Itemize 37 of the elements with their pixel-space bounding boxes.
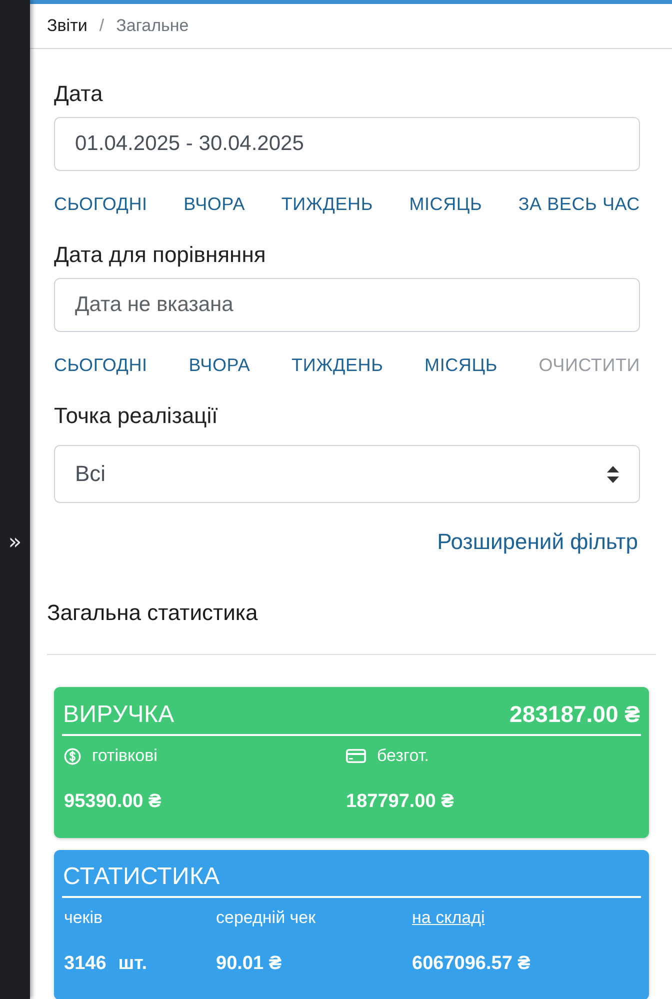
dollar-coin-icon — [64, 748, 81, 764]
credit-card-icon — [346, 749, 366, 763]
sidebar-toggle[interactable]: » — [6, 528, 24, 558]
card-total: 283187.00 ₴ — [510, 700, 640, 728]
stat-label: безгот. — [377, 746, 429, 766]
quick-range-link[interactable]: МІСЯЦЬ — [424, 354, 498, 376]
card-title: СТАТИСТИКА — [63, 863, 220, 891]
section-title: Загальна статистика — [47, 600, 259, 626]
date-range-field[interactable]: Дата не вказана — [54, 278, 640, 332]
quick-range-link[interactable]: СЬОГОДНІ — [54, 193, 148, 215]
stat-label: готівкові — [92, 746, 158, 766]
quick-range-link[interactable]: ВЧОРА — [188, 354, 250, 376]
stat-value: 90.01 ₴ — [216, 953, 282, 975]
card-title: ВИРУЧКА — [63, 701, 174, 729]
stat-value: 3146 — [64, 953, 106, 975]
breadcrumb-current: Загальне — [116, 16, 189, 36]
point-select[interactable]: Всі — [54, 445, 640, 503]
breadcrumb-separator: / — [99, 16, 104, 36]
field-label: Точка реалізації — [54, 403, 219, 429]
field-label: Дата — [54, 81, 104, 107]
stat-label: середній чек — [216, 908, 316, 928]
advanced-filter-link[interactable]: Розширений фільтр — [437, 529, 638, 555]
quick-range-link[interactable]: СЬОГОДНІ — [54, 354, 148, 376]
breadcrumb-link[interactable]: Звіти — [47, 16, 88, 36]
date-range-field[interactable]: 01.04.2025 - 30.04.2025 — [54, 117, 640, 171]
quick-range-link[interactable]: МІСЯЦЬ — [409, 193, 482, 215]
quick-range-link[interactable]: ВЧОРА — [184, 193, 246, 215]
stat-value: 6067096.57 ₴ — [412, 953, 530, 975]
quick-range-link[interactable]: ЗА ВЕСЬ ЧАС — [518, 193, 640, 215]
stat-unit: шт. — [118, 953, 148, 975]
quick-range-link[interactable]: ТИЖДЕНЬ — [292, 354, 384, 376]
stat-value: 187797.00 ₴ — [346, 791, 454, 813]
stat-value: 95390.00 ₴ — [64, 791, 162, 813]
stat-label: чеків — [64, 908, 103, 928]
field-label: Дата для порівняння — [54, 242, 267, 268]
quick-range-link[interactable]: ТИЖДЕНЬ — [281, 193, 373, 215]
caret-icon — [607, 466, 619, 482]
